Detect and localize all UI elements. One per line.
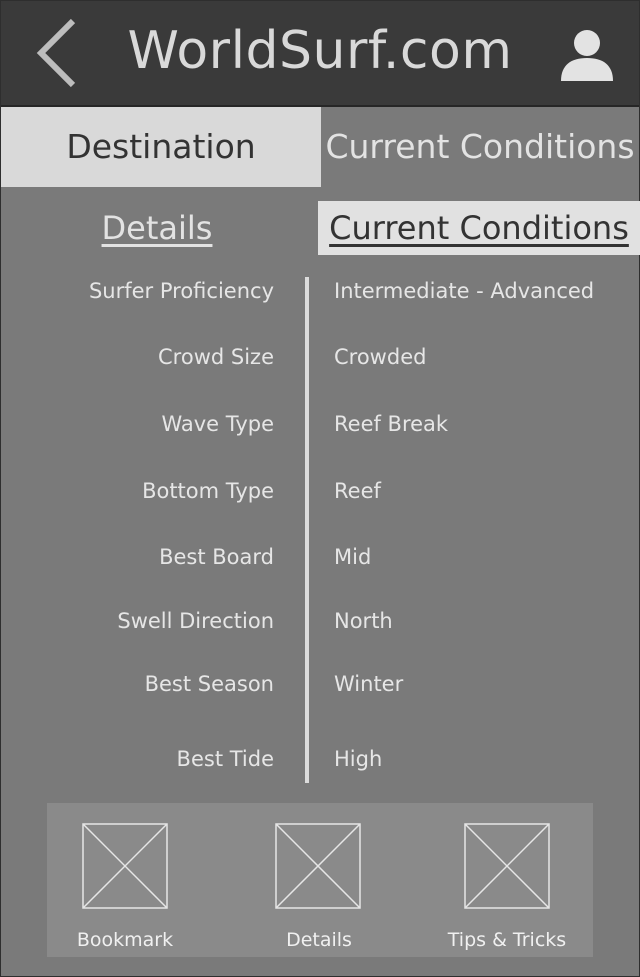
main-tabs: Destination Current Conditions [1, 107, 639, 187]
info-value-best-board: Mid [334, 545, 372, 569]
info-value-best-season: Winter [334, 672, 404, 696]
info-label-best-board: Best Board [159, 545, 274, 569]
info-label-swell-direction: Swell Direction [117, 609, 274, 633]
app-header: WorldSurf.com [1, 1, 639, 107]
info-label-wave-type: Wave Type [161, 412, 274, 436]
info-label-surfer-proficiency: Surfer Proficiency [88, 279, 274, 303]
image-placeholder-icon [464, 823, 550, 909]
action-bar: Bookmark Details Tips & Tricks [47, 803, 593, 957]
tab-destination[interactable]: Destination [1, 107, 321, 187]
tips-tricks-label: Tips & Tricks [447, 929, 567, 951]
image-placeholder-icon [275, 823, 361, 909]
info-value-surfer-proficiency: Intermediate - Advanced [334, 279, 595, 303]
info-value-swell-direction: North [334, 609, 393, 633]
info-label-best-season: Best Season [144, 672, 274, 696]
chevron-left-icon [36, 18, 76, 88]
back-button[interactable] [31, 15, 87, 91]
app-title: WorldSurf.com [127, 21, 513, 81]
subtab-current-conditions[interactable]: Current Conditions [318, 201, 640, 255]
info-divider [305, 277, 309, 783]
image-placeholder-icon [82, 823, 168, 909]
details-label: Details [286, 929, 352, 951]
info-label-bottom-type: Bottom Type [142, 479, 274, 503]
profile-button[interactable] [557, 25, 617, 83]
info-value-wave-type: Reef Break [334, 412, 449, 436]
tab-current-conditions[interactable]: Current Conditions [321, 107, 639, 187]
info-label-best-tide: Best Tide [176, 747, 274, 771]
bookmark-label: Bookmark [76, 929, 174, 951]
info-value-crowd-size: Crowded [334, 345, 427, 369]
info-value-bottom-type: Reef [334, 479, 381, 503]
info-label-crowd-size: Crowd Size [158, 345, 274, 369]
app-screen: WorldSurf.com Destination Current Condit… [0, 0, 640, 977]
subtab-details[interactable]: Details [61, 201, 253, 255]
user-icon [561, 30, 613, 81]
info-value-best-tide: High [334, 747, 383, 771]
